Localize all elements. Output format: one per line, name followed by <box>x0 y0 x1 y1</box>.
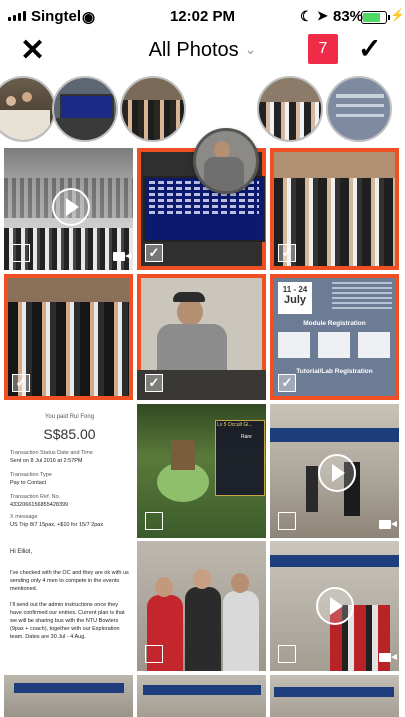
play-icon <box>316 587 354 625</box>
video-icon <box>379 520 397 529</box>
selection-checkbox[interactable]: ✓ <box>12 374 30 392</box>
photo-tile[interactable] <box>4 148 133 270</box>
selection-checkbox[interactable]: ✓ <box>278 374 296 392</box>
game-label: Lv 5 Occult Gi... <box>217 422 253 428</box>
receipt-text: Transaction Ref. No. <box>10 494 61 500</box>
moon-icon: ☾ <box>300 8 313 24</box>
selection-checkbox[interactable] <box>278 645 296 663</box>
play-icon <box>52 188 90 226</box>
receipt-header: You paid Rui Fong <box>44 414 95 420</box>
selection-checkbox[interactable] <box>145 645 163 663</box>
album-title: All Photos <box>148 39 239 61</box>
selection-checkbox[interactable] <box>12 244 30 262</box>
receipt-text: Sent on 8 Jul 2016 at 2:57PM <box>10 458 83 464</box>
selection-checkbox[interactable] <box>278 512 296 530</box>
email-greeting: Hi Elliot, <box>10 549 33 555</box>
photo-tile[interactable]: Lv 5 Occult Gi... Rare <box>137 404 266 538</box>
navigation-bar: ✕ All Photos ⌄ 7 ✓ <box>0 34 405 70</box>
photo-tile-selected[interactable]: ✓ <box>137 274 266 400</box>
receipt-text: Transaction Type <box>10 472 52 478</box>
slide-date-month: July <box>283 294 306 306</box>
selected-thumbnail[interactable] <box>52 76 118 142</box>
email-paragraph: I'll send out the admin instructions onc… <box>10 602 125 640</box>
receipt-text: US Trip 8/7 15pax, +$10 for 15/7 2pax <box>10 522 104 528</box>
album-picker[interactable]: All Photos ⌄ <box>0 39 405 62</box>
email-screenshot-tile[interactable]: Hi Elliot, I've checked with the OC and … <box>4 541 133 671</box>
selected-thumbnail[interactable] <box>257 76 323 142</box>
selected-photos-strip[interactable] <box>0 76 405 142</box>
photo-tile-selected[interactable]: 11 - 24 July Module Registration Tutoria… <box>270 274 399 400</box>
location-icon: ➤ <box>317 8 328 23</box>
selection-checkbox[interactable]: ✓ <box>278 244 296 262</box>
photo-tile[interactable] <box>270 541 399 671</box>
selected-thumbnail[interactable] <box>120 76 186 142</box>
battery-icon <box>361 11 390 24</box>
photo-tile-selected[interactable]: ✓ <box>270 148 399 270</box>
checkmark-icon[interactable]: ✓ <box>358 34 381 64</box>
dragging-thumbnail[interactable] <box>193 128 259 194</box>
photo-tile[interactable] <box>137 675 266 717</box>
video-icon <box>379 653 397 662</box>
selected-thumbnail[interactable] <box>0 76 56 142</box>
selected-count-badge: 7 <box>308 34 338 64</box>
selection-checkbox[interactable] <box>145 512 163 530</box>
battery-percent: 83% <box>333 8 364 25</box>
receipt-text: X message <box>10 514 38 520</box>
receipt-amount: S$85.00 <box>43 426 96 442</box>
photo-tile-selected[interactable]: ✓ <box>4 274 133 400</box>
game-stat: Rare <box>241 434 252 440</box>
receipt-text: 4332066156855428399 <box>10 502 69 508</box>
play-icon <box>318 454 356 492</box>
chevron-down-icon: ⌄ <box>244 41 257 57</box>
slide-heading-module: Module Registration <box>303 320 366 327</box>
slide-date-day: 11 - 24 <box>282 285 308 294</box>
photo-tile[interactable] <box>270 675 399 717</box>
selected-thumbnail[interactable] <box>326 76 392 142</box>
photo-tile[interactable] <box>137 541 266 671</box>
email-paragraph: I've checked with the OC and they are ok… <box>10 570 129 592</box>
photo-tile[interactable] <box>270 404 399 538</box>
selection-checkbox[interactable]: ✓ <box>145 374 163 392</box>
status-bar: Singtel ◉ 12:02 PM ☾ ➤ 83% ⚡ <box>0 0 405 34</box>
selection-checkbox[interactable]: ✓ <box>145 244 163 262</box>
receipt-screenshot-tile[interactable]: You paid Rui Fong S$85.00 Transaction St… <box>4 404 133 538</box>
photo-tile[interactable] <box>4 675 133 717</box>
receipt-text: Pay to Contact <box>10 480 47 486</box>
receipt-text: Transaction Status Date and Time <box>10 450 93 456</box>
video-icon <box>113 252 131 261</box>
charging-icon: ⚡ <box>390 8 405 22</box>
